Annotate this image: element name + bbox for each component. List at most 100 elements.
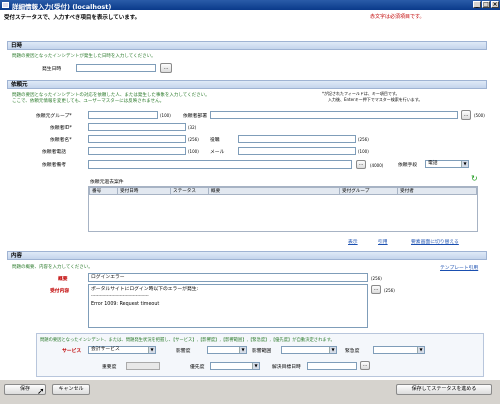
remarks-label: 依頼者備考 xyxy=(42,163,66,168)
requester-section-title: 依頼元 xyxy=(11,82,28,88)
chevron-down-icon: ▼ xyxy=(148,347,155,353)
severity-label: 重要度 xyxy=(102,365,117,370)
group-field[interactable] xyxy=(88,111,158,119)
service-select[interactable]: 会計サービス ▼ xyxy=(88,346,156,354)
history-col-number[interactable]: 番号 xyxy=(89,187,118,195)
summary-max: (256) xyxy=(371,276,382,281)
window-titlebar: 詳細情報入力(受付) (localhost) _ □ × xyxy=(0,0,500,11)
scope-label: 影響範囲 xyxy=(252,349,272,354)
dept-max: (500) xyxy=(474,113,485,118)
severity-field xyxy=(126,362,160,370)
save-and-advance-button[interactable]: 保存してステータスを進める xyxy=(396,384,492,395)
requester-note-2: ここで、依頼元情報を変更しても、ユーザーマスターには反映されません。 xyxy=(12,99,165,104)
method-label: 依頼手段 xyxy=(398,163,418,168)
date-picker-button[interactable]: ... xyxy=(160,63,172,73)
method-select[interactable]: 電話 ▼ xyxy=(425,160,469,168)
history-col-group[interactable]: 受付グループ xyxy=(339,187,398,195)
history-col-receiver[interactable]: 受付者 xyxy=(397,187,477,195)
impact-label: 影響度 xyxy=(176,349,191,354)
date-section-title: 日時 xyxy=(11,43,23,49)
history-quote-link[interactable]: 引用 xyxy=(378,238,388,245)
detail-max: (256) xyxy=(384,288,395,293)
remarks-field[interactable] xyxy=(88,160,352,169)
summary-label: 概要 xyxy=(58,277,68,282)
service-label: サービス xyxy=(62,349,82,354)
group-label: 依頼元グループ* xyxy=(36,114,72,119)
mail-max: (100) xyxy=(358,149,369,154)
deadline-picker-button[interactable]: ... xyxy=(360,361,370,370)
history-col-summary[interactable]: 概要 xyxy=(208,187,340,195)
requester-section-header: 依頼元 xyxy=(7,80,487,89)
id-label: 依頼者ID* xyxy=(50,126,72,131)
deadline-field[interactable] xyxy=(307,362,357,370)
history-col-status[interactable]: ステータス xyxy=(170,187,209,195)
id-max: (32) xyxy=(188,125,197,130)
detail-expand-button[interactable]: ... xyxy=(371,285,381,294)
chevron-down-icon: ▼ xyxy=(252,363,259,369)
remarks-max: (4000) xyxy=(370,163,384,168)
history-table: 番号 受付日時 ステータス 概要 受付グループ 受付者 xyxy=(88,186,478,232)
maximize-button[interactable]: □ xyxy=(482,1,490,8)
id-field[interactable] xyxy=(88,123,186,131)
method-select-value: 電話 xyxy=(428,161,438,166)
switch-screen-link[interactable]: 要素画面に切り替える xyxy=(411,238,459,245)
dept-field[interactable] xyxy=(210,111,458,119)
chevron-down-icon: ▼ xyxy=(239,347,246,353)
window-app-icon xyxy=(2,2,9,8)
master-search-help: 入力後、Enterキー押下でマスター検索を行います。 xyxy=(328,97,423,102)
phone-max: (100) xyxy=(188,149,199,154)
close-button[interactable]: × xyxy=(491,1,499,8)
dept-label: 依頼者部署 xyxy=(183,114,207,119)
impact-select[interactable]: ▼ xyxy=(207,346,247,354)
history-view-link[interactable]: 表示 xyxy=(348,238,358,245)
minimize-button[interactable]: _ xyxy=(473,1,481,8)
mail-label: メール xyxy=(210,150,225,155)
name-label: 依頼者名* xyxy=(50,138,72,143)
content-note: 問題の概要、内容を入力してください。 xyxy=(12,265,93,270)
detail-textarea[interactable]: ポータルサイトにログイン時以下のエラーが発生: ----------------… xyxy=(88,284,368,328)
chevron-down-icon: ▼ xyxy=(417,347,424,353)
phone-label: 依頼者電話 xyxy=(42,150,66,155)
history-title: 依頼元過去案件 xyxy=(90,180,124,185)
name-max: (256) xyxy=(188,137,199,142)
date-section-header: 日時 xyxy=(7,41,487,50)
title-field[interactable] xyxy=(238,135,356,143)
required-note: 赤文字は必須項目です。 xyxy=(370,14,425,20)
content-section-title: 内容 xyxy=(11,253,23,259)
remarks-expand-button[interactable]: ... xyxy=(356,160,366,169)
mouse-cursor-icon: ➚ xyxy=(37,387,45,397)
scope-select[interactable]: ▼ xyxy=(281,346,337,354)
title-max: (256) xyxy=(358,137,369,142)
history-table-header-row: 番号 受付日時 ステータス 概要 受付グループ 受付者 xyxy=(89,187,477,195)
page-instruction: 受付ステータスで、入力すべき項目を表示しています。 xyxy=(4,15,141,21)
detail-line-3: Error 1009: Request timeout xyxy=(91,302,160,307)
mail-field[interactable] xyxy=(238,147,356,155)
detail-line-2: ---------------------------------------- xyxy=(91,293,149,298)
chevron-down-icon: ▼ xyxy=(461,161,468,167)
refresh-icon[interactable]: ↻ xyxy=(471,175,479,183)
cancel-button[interactable]: キャンセル xyxy=(52,384,90,395)
summary-field[interactable]: ログインエラー xyxy=(88,273,368,282)
group-max: (100) xyxy=(160,113,171,118)
priority-label: 優先度 xyxy=(190,365,205,370)
service-select-value: 会計サービス xyxy=(91,347,120,352)
deadline-label: 解決目標日時 xyxy=(272,365,301,370)
content-section-header: 内容 xyxy=(7,251,487,260)
name-field[interactable] xyxy=(88,135,186,143)
history-col-received[interactable]: 受付日時 xyxy=(117,187,171,195)
chevron-down-icon: ▼ xyxy=(329,347,336,353)
history-table-grid: 番号 受付日時 ステータス 概要 受付グループ 受付者 xyxy=(89,187,477,195)
urgency-select[interactable]: ▼ xyxy=(373,346,425,354)
dept-lookup-button[interactable]: ... xyxy=(461,110,471,120)
service-note: 問題の要因となったインシデント、または、問題発生状況を把握し、【サービス】,【影… xyxy=(40,338,335,343)
template-quote-link[interactable]: テンプレート引用 xyxy=(440,264,478,271)
detail-label: 受付内容 xyxy=(50,289,70,294)
window-title: 詳細情報入力(受付) (localhost) xyxy=(12,3,112,11)
priority-select[interactable]: ▼ xyxy=(210,362,260,370)
phone-field[interactable] xyxy=(88,147,186,155)
urgency-label: 緊急度 xyxy=(345,349,360,354)
occurred-label: 発生日時 xyxy=(42,67,62,72)
occurred-datetime-field[interactable] xyxy=(76,64,156,72)
date-section-note: 問題の要因となったインシデントが発生した日時を入力してください。 xyxy=(12,54,156,59)
title-label: 役職 xyxy=(210,138,220,143)
